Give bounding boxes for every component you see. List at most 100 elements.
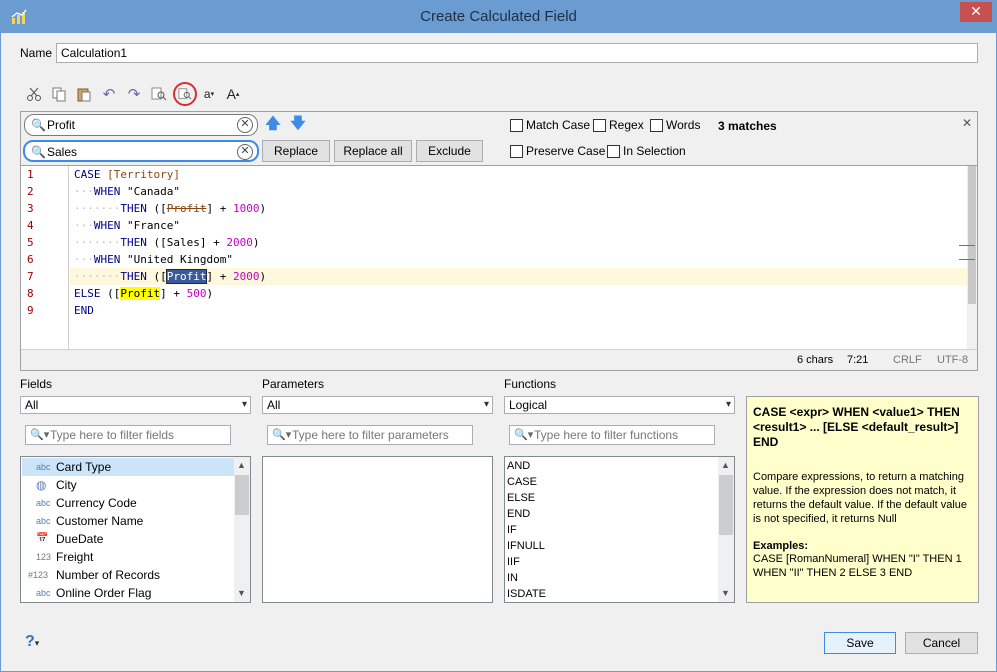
match-marker [959,259,975,260]
cancel-button[interactable]: Cancel [905,632,978,654]
fields-filter-input[interactable]: 🔍▾ Type here to filter fields [25,425,231,445]
in-selection-label: In Selection [623,144,686,158]
formula-editor[interactable]: 1 2 3 4 5 6 7 8 9 CASE [Territory] ···WH… [20,165,978,371]
increase-font-icon[interactable]: A ▴ [223,84,243,104]
list-item[interactable]: ISDATE [506,586,546,602]
clear-replace-icon[interactable]: ✕ [237,144,253,160]
list-item[interactable]: ELSE [506,490,535,506]
replace-button[interactable]: Replace [262,140,330,162]
name-input[interactable]: Calculation1 [56,43,978,63]
editor-scrollbar[interactable] [959,166,977,349]
functions-scrollbar[interactable]: ▲ ▼ [718,457,734,602]
copy-icon[interactable] [49,84,69,104]
functions-filter-input[interactable]: 🔍▾ Type here to filter functions [509,425,715,445]
function-help-panel: CASE <expr> WHEN <value1> THEN <result1>… [746,396,979,603]
line-number: 3 [27,202,34,215]
search-icon: 🔍 [31,145,46,159]
in-selection-checkbox[interactable] [607,145,620,158]
list-item[interactable]: IFNULL [506,538,545,554]
save-button[interactable]: Save [824,632,896,654]
highlighted-match: Profit [120,287,161,300]
list-item[interactable]: END [506,506,530,522]
parameters-list[interactable] [262,456,493,603]
match-count: 3 matches [718,119,777,133]
code-line-2: ···WHEN "Canada" [74,185,180,198]
list-item[interactable]: abc Card Type [22,458,234,476]
exclude-button[interactable]: Exclude [416,140,483,162]
list-item[interactable]: CASE [506,474,537,490]
close-button[interactable]: ✕ [960,2,992,22]
selected-match: Profit [165,269,208,284]
functions-select[interactable]: Logical ▾ [504,396,735,414]
scroll-up-icon[interactable]: ▲ [721,460,730,470]
line-number: 7 [27,270,34,283]
title-bar: Create Calculated Field ✕ [1,1,996,33]
words-checkbox[interactable] [650,119,663,132]
editor-scrollbar-thumb[interactable] [968,166,976,304]
fields-scrollbar[interactable]: ▲ ▼ [234,457,250,602]
replace-input[interactable]: 🔍 Sales ✕ [23,140,259,162]
fields-list[interactable]: abc Card Type ◍ City abc Currency Code abc C… [20,456,251,603]
close-find-icon[interactable]: ✕ [962,116,972,130]
functions-list[interactable]: AND CASE ELSE END IF IFNULL IIF IN ISDAT… [504,456,735,603]
search-icon: 🔍▾ [272,429,292,441]
list-item[interactable]: 123 Freight [22,548,234,566]
code-line-1: CASE [Territory] [74,168,180,181]
scroll-down-icon[interactable]: ▼ [721,588,730,598]
preserve-case-checkbox[interactable] [510,145,523,158]
code-line-6: ···WHEN "United Kingdom" [74,253,233,266]
function-example: CASE [RomanNumeral] WHEN "I" THEN 1 WHEN… [753,553,962,579]
scroll-up-icon[interactable]: ▲ [237,460,246,470]
clear-find-icon[interactable]: ✕ [237,117,253,133]
code-line-8: ELSE ([Profit] + 500) [74,287,214,300]
previous-match-icon[interactable]: 🡅 [263,115,283,135]
decrease-font-icon[interactable]: a ▾ [199,84,219,104]
line-number: 9 [27,304,34,317]
parameters-label: Parameters [262,377,325,391]
undo-icon[interactable]: ↶ [99,84,119,104]
fields-scrollbar-thumb[interactable] [235,475,249,515]
code-line-4: ···WHEN "France" [74,219,180,232]
search-icon: 🔍▾ [30,429,50,441]
fields-label: Fields [20,377,53,391]
match-case-checkbox[interactable] [510,119,523,132]
find-replace-icon[interactable] [173,82,197,106]
find-icon[interactable] [149,84,169,104]
replace-all-button[interactable]: Replace all [334,140,412,162]
regex-checkbox[interactable] [593,119,606,132]
parameters-filter-input[interactable]: 🔍▾ Type here to filter parameters [267,425,473,445]
paste-icon[interactable] [74,84,94,104]
list-item[interactable]: #123 Number of Records [22,566,234,584]
find-input[interactable]: 🔍 Profit ✕ [24,114,258,136]
help-icon[interactable]: ?▾ [25,633,39,651]
list-item[interactable]: abc Online Order Flag [22,584,234,602]
line-number: 6 [27,253,34,266]
words-label: Words [666,118,701,132]
search-icon: 🔍 [31,118,46,132]
list-item[interactable]: IIF [506,554,520,570]
line-number: 2 [27,185,34,198]
line-number: 5 [27,236,34,249]
list-item[interactable]: abc Customer Name [22,512,234,530]
fields-select[interactable]: All ▾ [20,396,251,414]
functions-scrollbar-thumb[interactable] [719,475,733,535]
list-item[interactable]: abc Currency Code [22,494,234,512]
selection-chars: 6 chars [797,354,834,366]
replace-value: Sales [47,145,78,159]
parameters-select[interactable]: All ▾ [262,396,493,414]
code-line-9: END [74,304,94,317]
list-item[interactable]: ◍ City [22,476,234,494]
find-replace-panel: 🔍 Profit ✕ 🔍 Sales ✕ 🡅 🡇 Replace Replace… [20,111,978,165]
redo-icon[interactable]: ↷ [124,84,144,104]
function-signature: CASE <expr> WHEN <value1> THEN <result1>… [753,405,960,449]
list-item[interactable]: AND [506,458,530,474]
scroll-down-icon[interactable]: ▼ [237,588,246,598]
cursor-position: 7:21 [847,354,869,366]
list-item[interactable]: IF [506,522,517,538]
cut-icon[interactable] [24,84,44,104]
line-number: 1 [27,168,34,181]
list-item[interactable]: 📅 DueDate [22,530,234,548]
create-calculated-field-dialog: Create Calculated Field ✕ Name Calculati… [0,0,997,672]
list-item[interactable]: IN [506,570,518,586]
next-match-icon[interactable]: 🡇 [288,115,308,135]
